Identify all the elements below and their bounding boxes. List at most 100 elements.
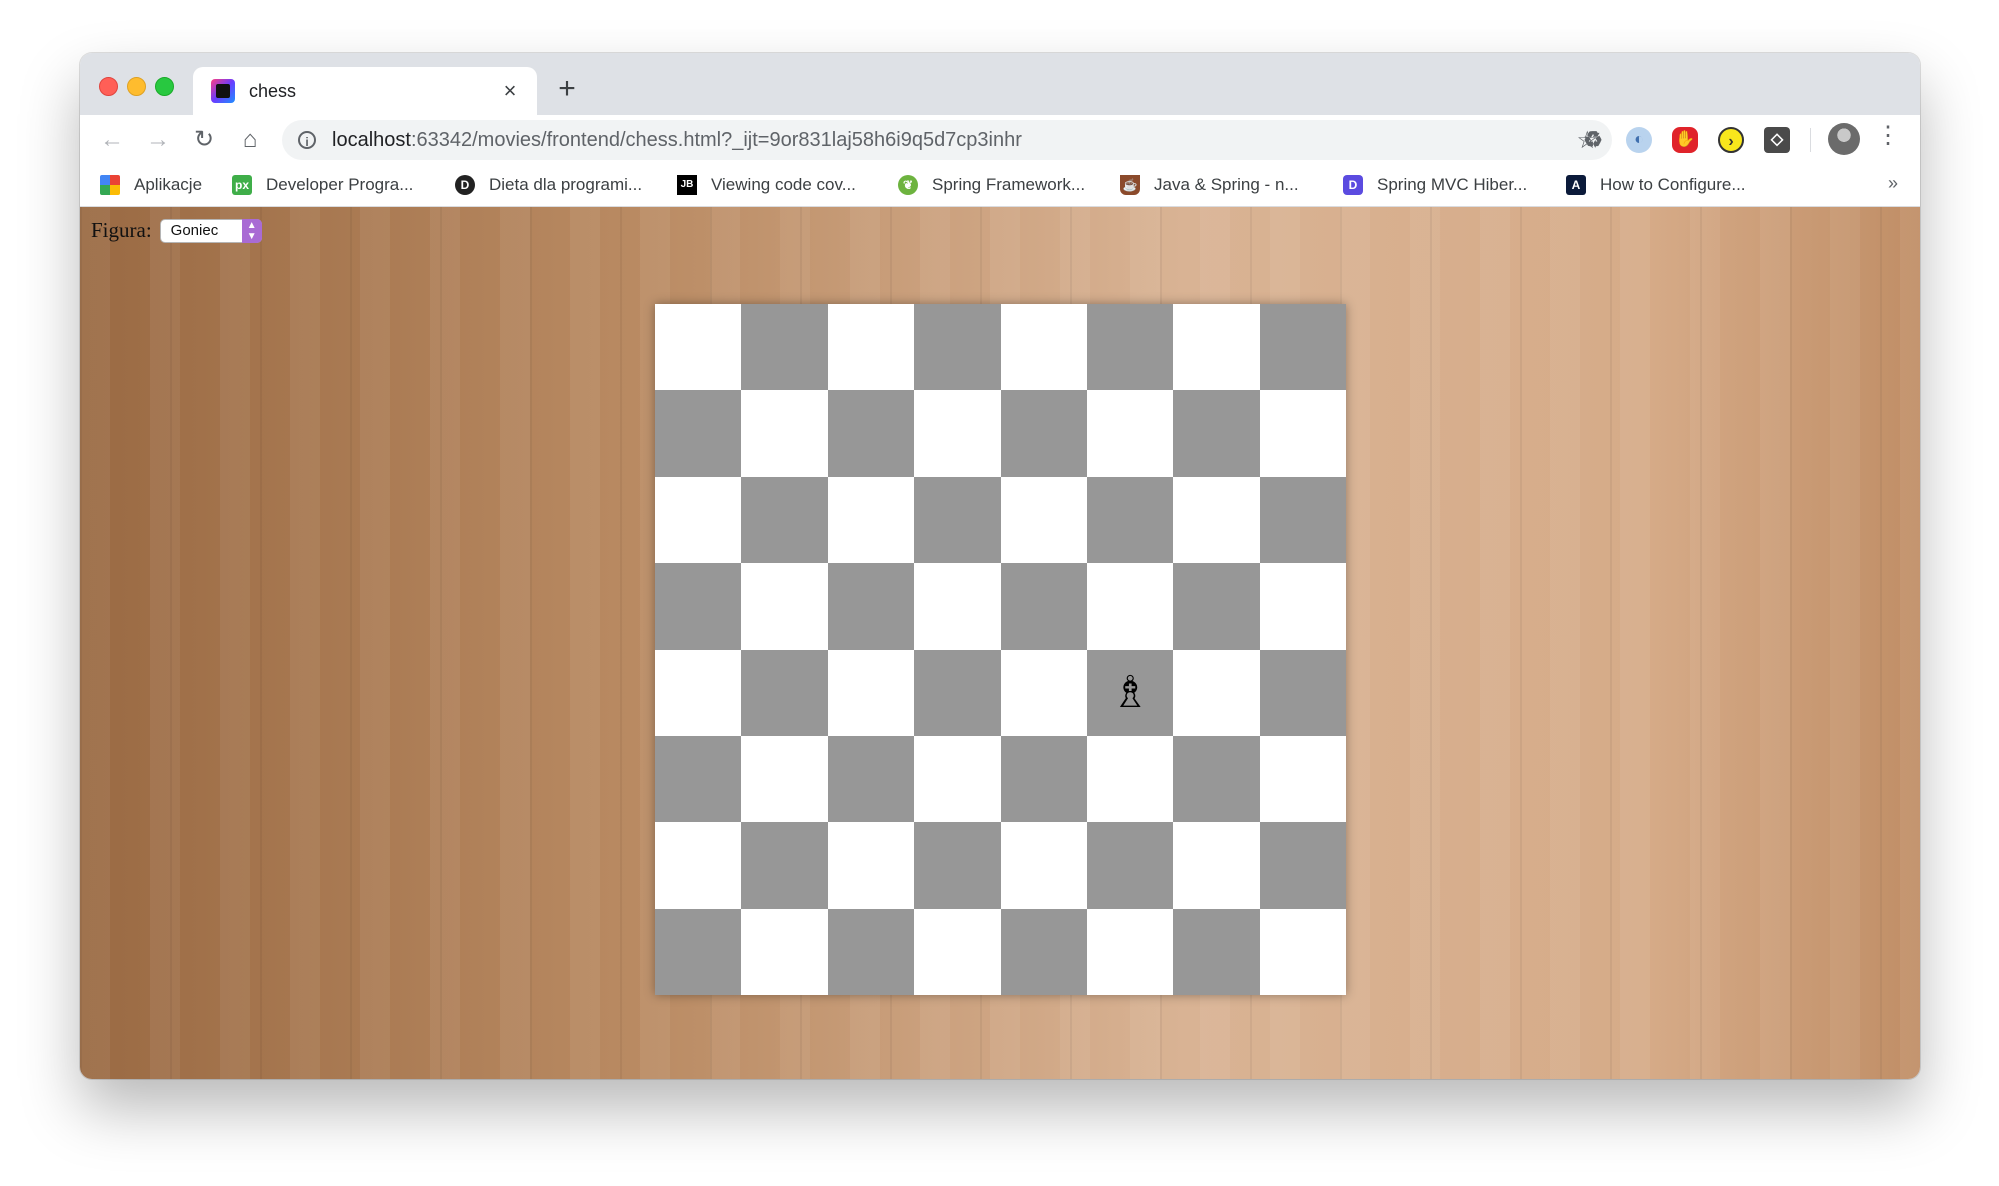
- board-square[interactable]: [1086, 390, 1174, 477]
- back-arrow-icon[interactable]: ←: [95, 123, 129, 157]
- bookmark-spring-framework[interactable]: ❦ Spring Framework...: [898, 165, 1085, 205]
- board-square[interactable]: [1086, 563, 1174, 650]
- toolbar-divider: [1810, 128, 1811, 152]
- board-square[interactable]: [914, 563, 1001, 650]
- minimize-window-button[interactable]: [127, 77, 146, 96]
- bookmark-developer-progra[interactable]: px Developer Progra...: [232, 165, 413, 205]
- bookmark-aplikacje[interactable]: Aplikacje: [100, 165, 202, 205]
- board-square[interactable]: [1259, 476, 1346, 564]
- close-window-button[interactable]: [99, 77, 118, 96]
- board-square[interactable]: [1259, 735, 1346, 823]
- reload-icon[interactable]: ↻: [187, 123, 221, 157]
- new-tab-button[interactable]: +: [550, 73, 584, 107]
- bishop-piece-icon[interactable]: ♗: [1110, 670, 1149, 715]
- board-square[interactable]: [741, 649, 828, 736]
- bookmark-how-to-configure[interactable]: A How to Configure...: [1566, 165, 1746, 205]
- board-square[interactable]: [1086, 476, 1174, 564]
- board-square[interactable]: [1173, 476, 1260, 564]
- board-square[interactable]: [1173, 304, 1260, 391]
- bookmark-viewing-code[interactable]: JB Viewing code cov...: [677, 165, 856, 205]
- kebab-menu-icon[interactable]: ⋮: [1876, 121, 1900, 150]
- profile-avatar[interactable]: [1828, 123, 1860, 155]
- tab-close-icon[interactable]: ×: [495, 78, 525, 104]
- board-square[interactable]: [1000, 390, 1087, 477]
- bookmark-dieta[interactable]: D Dieta dla programi...: [455, 165, 642, 205]
- board-square[interactable]: [1173, 649, 1260, 736]
- bookmark-spring-mvc[interactable]: D Spring MVC Hiber...: [1343, 165, 1527, 205]
- board-square[interactable]: [1000, 563, 1087, 650]
- vpn-extension-icon[interactable]: ◐: [1626, 127, 1652, 153]
- board-square[interactable]: [827, 822, 915, 909]
- bookmark-java-spring[interactable]: ☕ Java & Spring - n...: [1120, 165, 1299, 205]
- board-square[interactable]: [1086, 735, 1174, 823]
- board-square[interactable]: [914, 735, 1001, 823]
- adblock-extension-icon[interactable]: ✋: [1672, 127, 1698, 153]
- board-square[interactable]: [914, 476, 1001, 564]
- board-square[interactable]: [1259, 390, 1346, 477]
- board-square[interactable]: [1086, 908, 1174, 995]
- site-info-icon[interactable]: i: [298, 131, 316, 149]
- forward-arrow-icon[interactable]: →: [141, 123, 175, 157]
- address-bar[interactable]: i localhost:63342/movies/frontend/chess.…: [282, 120, 1612, 160]
- board-square[interactable]: [1000, 476, 1087, 564]
- board-square[interactable]: [914, 304, 1001, 391]
- board-square[interactable]: [1000, 649, 1087, 736]
- board-square[interactable]: [1173, 908, 1260, 995]
- tab-strip: chess × +: [80, 53, 1920, 115]
- board-square[interactable]: [1259, 822, 1346, 909]
- board-square[interactable]: [827, 563, 915, 650]
- board-square[interactable]: [1000, 822, 1087, 909]
- bookmarks-overflow-icon[interactable]: »: [1888, 173, 1898, 194]
- board-square[interactable]: [827, 649, 915, 736]
- board-square[interactable]: [655, 735, 742, 823]
- board-square[interactable]: [741, 908, 828, 995]
- board-square[interactable]: [827, 390, 915, 477]
- board-square[interactable]: [1000, 735, 1087, 823]
- board-square[interactable]: [741, 822, 828, 909]
- board-square[interactable]: [827, 735, 915, 823]
- board-square[interactable]: [741, 735, 828, 823]
- board-square[interactable]: [1173, 563, 1260, 650]
- piece-select[interactable]: Goniec ▲ ▼: [159, 218, 262, 243]
- board-square[interactable]: [1173, 390, 1260, 477]
- board-square[interactable]: [1173, 735, 1260, 823]
- chess-board[interactable]: ♗: [655, 304, 1346, 995]
- tab-chess[interactable]: chess ×: [193, 67, 537, 115]
- board-square[interactable]: [1259, 304, 1346, 391]
- browser-toolbar: ← → ↻ ⌂ i localhost:63342/movies/fronten…: [80, 115, 1920, 165]
- board-square[interactable]: [1000, 908, 1087, 995]
- maximize-window-button[interactable]: [155, 77, 174, 96]
- board-square[interactable]: [655, 304, 742, 391]
- board-square[interactable]: [827, 304, 915, 391]
- board-square[interactable]: [655, 390, 742, 477]
- board-square[interactable]: [655, 649, 742, 736]
- board-square[interactable]: [741, 304, 828, 391]
- board-square[interactable]: [1086, 822, 1174, 909]
- board-square[interactable]: [741, 390, 828, 477]
- bookmarks-bar: Aplikacje px Developer Progra... D Dieta…: [80, 165, 1920, 207]
- board-square[interactable]: [914, 390, 1001, 477]
- board-square[interactable]: [655, 476, 742, 564]
- board-square[interactable]: [1173, 822, 1260, 909]
- board-square[interactable]: [1259, 649, 1346, 736]
- board-square[interactable]: [1086, 304, 1174, 391]
- board-square[interactable]: [914, 822, 1001, 909]
- recycle-extension-icon[interactable]: ♻: [1580, 127, 1606, 153]
- lightbulb-extension-icon[interactable]: ◇: [1764, 127, 1790, 153]
- board-square[interactable]: [655, 908, 742, 995]
- yellow-play-extension-icon[interactable]: ›: [1718, 127, 1744, 153]
- board-square[interactable]: [914, 649, 1001, 736]
- board-square[interactable]: [1000, 304, 1087, 391]
- board-square[interactable]: [914, 908, 1001, 995]
- board-square[interactable]: [827, 476, 915, 564]
- board-square[interactable]: [741, 476, 828, 564]
- board-square[interactable]: [1259, 563, 1346, 650]
- bookmark-label: Developer Progra...: [266, 175, 414, 194]
- board-square[interactable]: [655, 822, 742, 909]
- board-square[interactable]: [741, 563, 828, 650]
- board-square[interactable]: ♗: [1086, 649, 1174, 736]
- home-icon[interactable]: ⌂: [233, 123, 267, 157]
- board-square[interactable]: [827, 908, 915, 995]
- board-square[interactable]: [655, 563, 742, 650]
- board-square[interactable]: [1259, 908, 1346, 995]
